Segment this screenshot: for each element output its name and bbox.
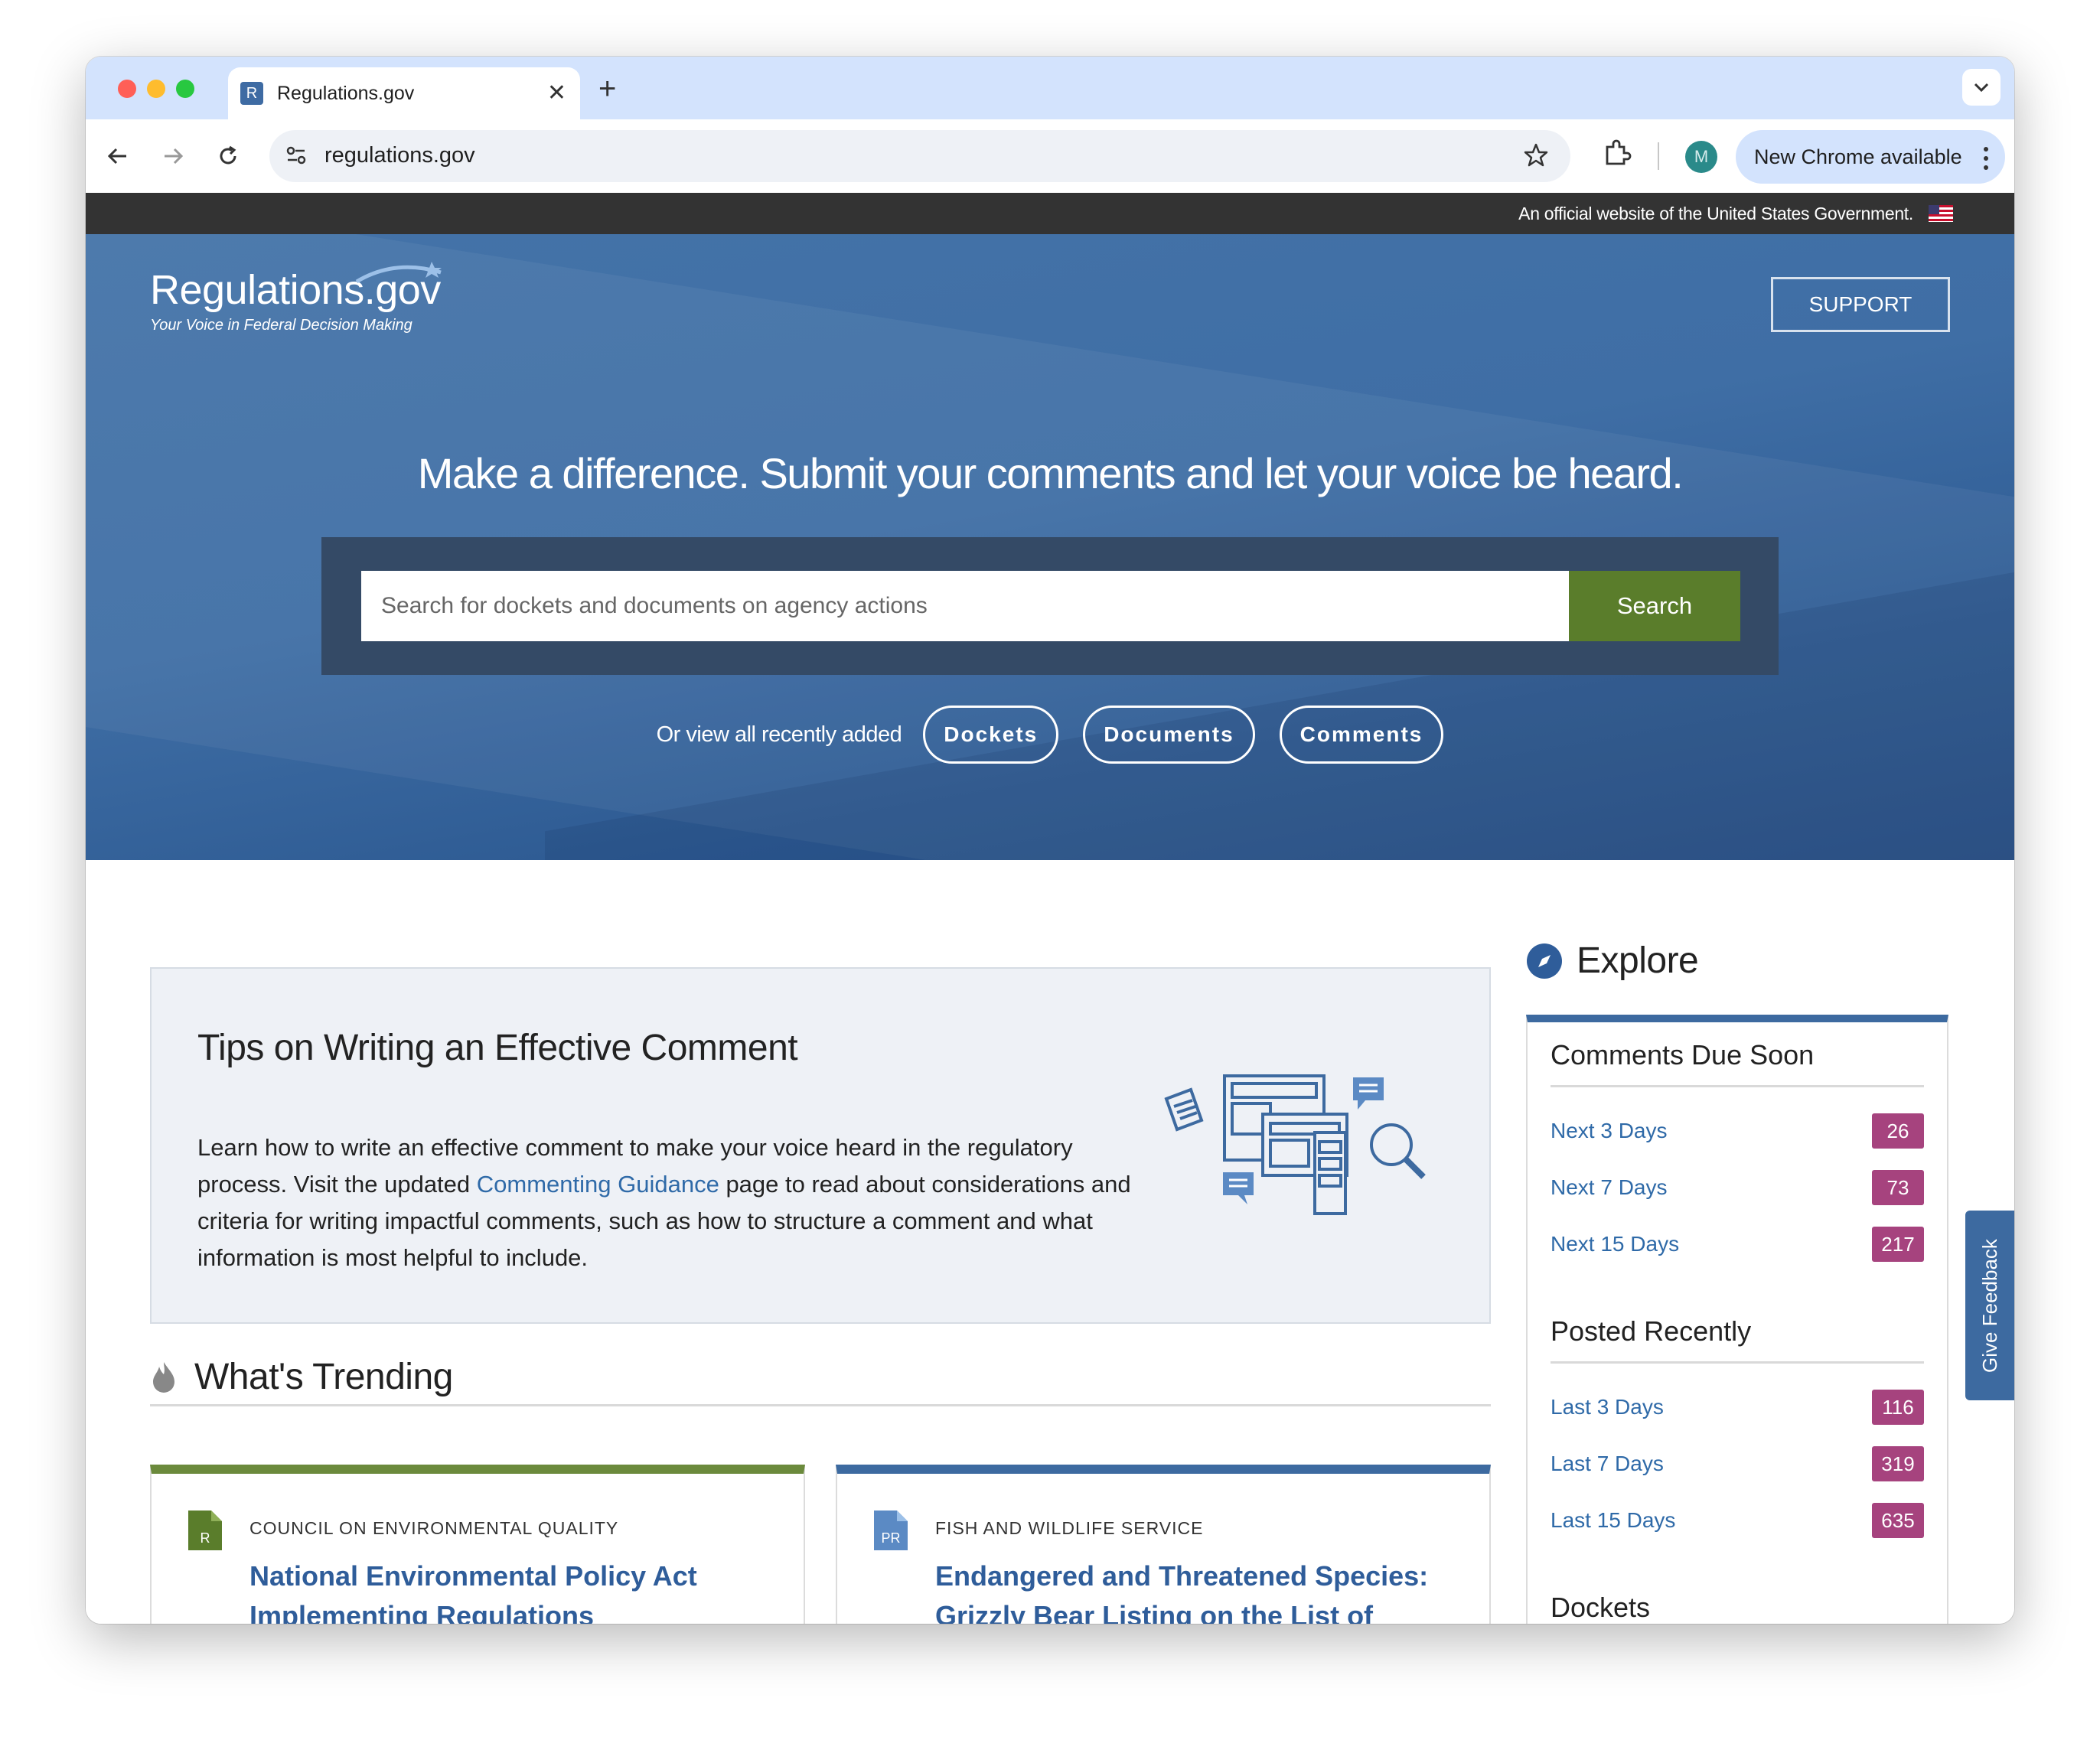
count-badge: 26: [1872, 1113, 1924, 1149]
comment-illustration-icon: [1164, 1074, 1426, 1215]
explore-link[interactable]: Next 7 Days: [1551, 1175, 1668, 1200]
trending-card[interactable]: R COUNCIL ON ENVIRONMENTAL QUALITY Natio…: [150, 1465, 805, 1624]
card-agency: FISH AND WILDLIFE SERVICE: [935, 1518, 1204, 1538]
explore-row[interactable]: Last 15 Days 635: [1551, 1492, 1924, 1549]
posted-recently-heading: Posted Recently: [1551, 1315, 1924, 1364]
feedback-label: Give Feedback: [1978, 1238, 2001, 1373]
trending-header: What's Trending: [150, 1350, 1491, 1406]
count-badge: 319: [1872, 1446, 1924, 1481]
documents-pill-button[interactable]: Documents: [1083, 706, 1255, 764]
forward-button[interactable]: [156, 139, 190, 173]
comments-pill-button[interactable]: Comments: [1279, 706, 1444, 764]
explore-link[interactable]: Last 3 Days: [1551, 1395, 1664, 1419]
tab-search-button[interactable]: [1962, 69, 2001, 106]
explore-header: Explore: [1526, 940, 1699, 982]
dockets-pill-button[interactable]: Dockets: [923, 706, 1059, 764]
document-type-code: PR: [881, 1530, 900, 1546]
extensions-icon[interactable]: [1601, 138, 1632, 172]
logo-tagline: Your Voice in Federal Decision Making: [150, 317, 412, 334]
browser-toolbar: regulations.gov M New Chrome available: [86, 119, 2014, 193]
chevron-down-icon: [1974, 83, 1989, 93]
address-bar[interactable]: regulations.gov: [269, 130, 1570, 182]
explore-row[interactable]: Next 3 Days 26: [1551, 1103, 1924, 1159]
count-badge: 116: [1872, 1390, 1924, 1425]
explore-row[interactable]: Next 15 Days 217: [1551, 1216, 1924, 1273]
browser-window: R Regulations.gov ✕ + regulations.gov M …: [86, 57, 2014, 1624]
document-type-code: R: [201, 1530, 210, 1546]
flame-icon: [153, 1361, 174, 1393]
search-panel: Search for dockets and documents on agen…: [321, 537, 1779, 675]
us-flag-icon: [1929, 205, 1953, 222]
active-tab[interactable]: R Regulations.gov ✕: [228, 67, 580, 119]
web-page: An official website of the United States…: [86, 193, 2014, 1624]
site-logo[interactable]: Regulations.gov Your Voice in Federal De…: [150, 262, 442, 334]
compass-icon: [1527, 943, 1562, 979]
url-text: regulations.gov: [324, 143, 475, 168]
logo-swoosh-icon: [355, 262, 442, 284]
toolbar-divider: [1658, 142, 1659, 170]
tab-title: Regulations.gov: [277, 82, 415, 104]
comments-due-soon-heading: Comments Due Soon: [1551, 1039, 1924, 1087]
search-input[interactable]: Search for dockets and documents on agen…: [361, 571, 1569, 641]
tab-favicon: R: [240, 82, 263, 105]
commenting-guidance-link[interactable]: Commenting Guidance: [477, 1171, 719, 1198]
recently-added-row: Or view all recently added Dockets Docum…: [86, 706, 2014, 764]
rule-document-icon: R: [188, 1511, 222, 1550]
explore-title: Explore: [1577, 940, 1699, 981]
tips-body: Learn how to write an effective comment …: [197, 1129, 1131, 1276]
tab-strip: R Regulations.gov ✕ +: [86, 57, 2014, 119]
count-badge: 635: [1872, 1503, 1924, 1538]
explore-row[interactable]: Last 7 Days 319: [1551, 1436, 1924, 1492]
support-button[interactable]: SUPPORT: [1771, 277, 1950, 332]
explore-panel: Comments Due Soon Next 3 Days 26 Next 7 D…: [1526, 1015, 1948, 1624]
zoom-window-button[interactable]: [176, 80, 194, 98]
explore-link[interactable]: Last 15 Days: [1551, 1508, 1675, 1533]
explore-link[interactable]: Next 15 Days: [1551, 1232, 1679, 1256]
trending-title: What's Trending: [194, 1357, 453, 1397]
bookmark-star-icon[interactable]: [1523, 142, 1549, 172]
arrow-right-icon: [165, 148, 184, 165]
tips-title: Tips on Writing an Effective Comment: [197, 1028, 798, 1068]
explore-row[interactable]: Next 7 Days 73: [1551, 1159, 1924, 1216]
recently-added-label: Or view all recently added: [656, 722, 902, 747]
minimize-window-button[interactable]: [147, 80, 165, 98]
arrow-left-icon: [107, 148, 126, 165]
dockets-heading: Dockets: [1551, 1592, 1924, 1624]
close-window-button[interactable]: [118, 80, 136, 98]
profile-avatar[interactable]: M: [1685, 141, 1717, 173]
explore-row[interactable]: Last 3 Days 116: [1551, 1379, 1924, 1436]
tips-panel: Tips on Writing an Effective Comment Lea…: [150, 967, 1491, 1324]
card-agency: COUNCIL ON ENVIRONMENTAL QUALITY: [249, 1518, 619, 1538]
hero-section: Regulations.gov Your Voice in Federal De…: [86, 234, 2014, 860]
proposed-rule-document-icon: PR: [874, 1511, 908, 1550]
menu-kebab-icon[interactable]: [1984, 147, 1990, 170]
search-button[interactable]: Search: [1569, 571, 1740, 641]
card-title-link[interactable]: Endangered and Threatened Species: Grizz…: [935, 1556, 1471, 1624]
hero-headline: Make a difference. Submit your comments …: [417, 449, 1684, 497]
new-tab-icon[interactable]: +: [598, 72, 616, 106]
window-controls: [118, 80, 194, 98]
card-title-link[interactable]: National Environmental Policy Act Implem…: [249, 1556, 785, 1624]
update-label: New Chrome available: [1754, 145, 1962, 168]
give-feedback-button[interactable]: Give Feedback: [1965, 1211, 2014, 1400]
trending-card[interactable]: PR FISH AND WILDLIFE SERVICE Endangered …: [836, 1465, 1491, 1624]
count-badge: 217: [1872, 1227, 1924, 1262]
reload-button[interactable]: [211, 139, 245, 173]
back-button[interactable]: [101, 139, 135, 173]
chrome-update-button[interactable]: New Chrome available: [1736, 130, 2005, 184]
close-tab-icon[interactable]: ✕: [547, 80, 566, 106]
explore-link[interactable]: Last 7 Days: [1551, 1452, 1664, 1476]
reload-icon: [220, 145, 236, 165]
site-info-icon[interactable]: [285, 144, 308, 171]
explore-link[interactable]: Next 3 Days: [1551, 1119, 1668, 1143]
count-badge: 73: [1872, 1170, 1924, 1205]
gov-banner: An official website of the United States…: [86, 193, 2014, 234]
gov-banner-text: An official website of the United States…: [1518, 203, 1913, 223]
